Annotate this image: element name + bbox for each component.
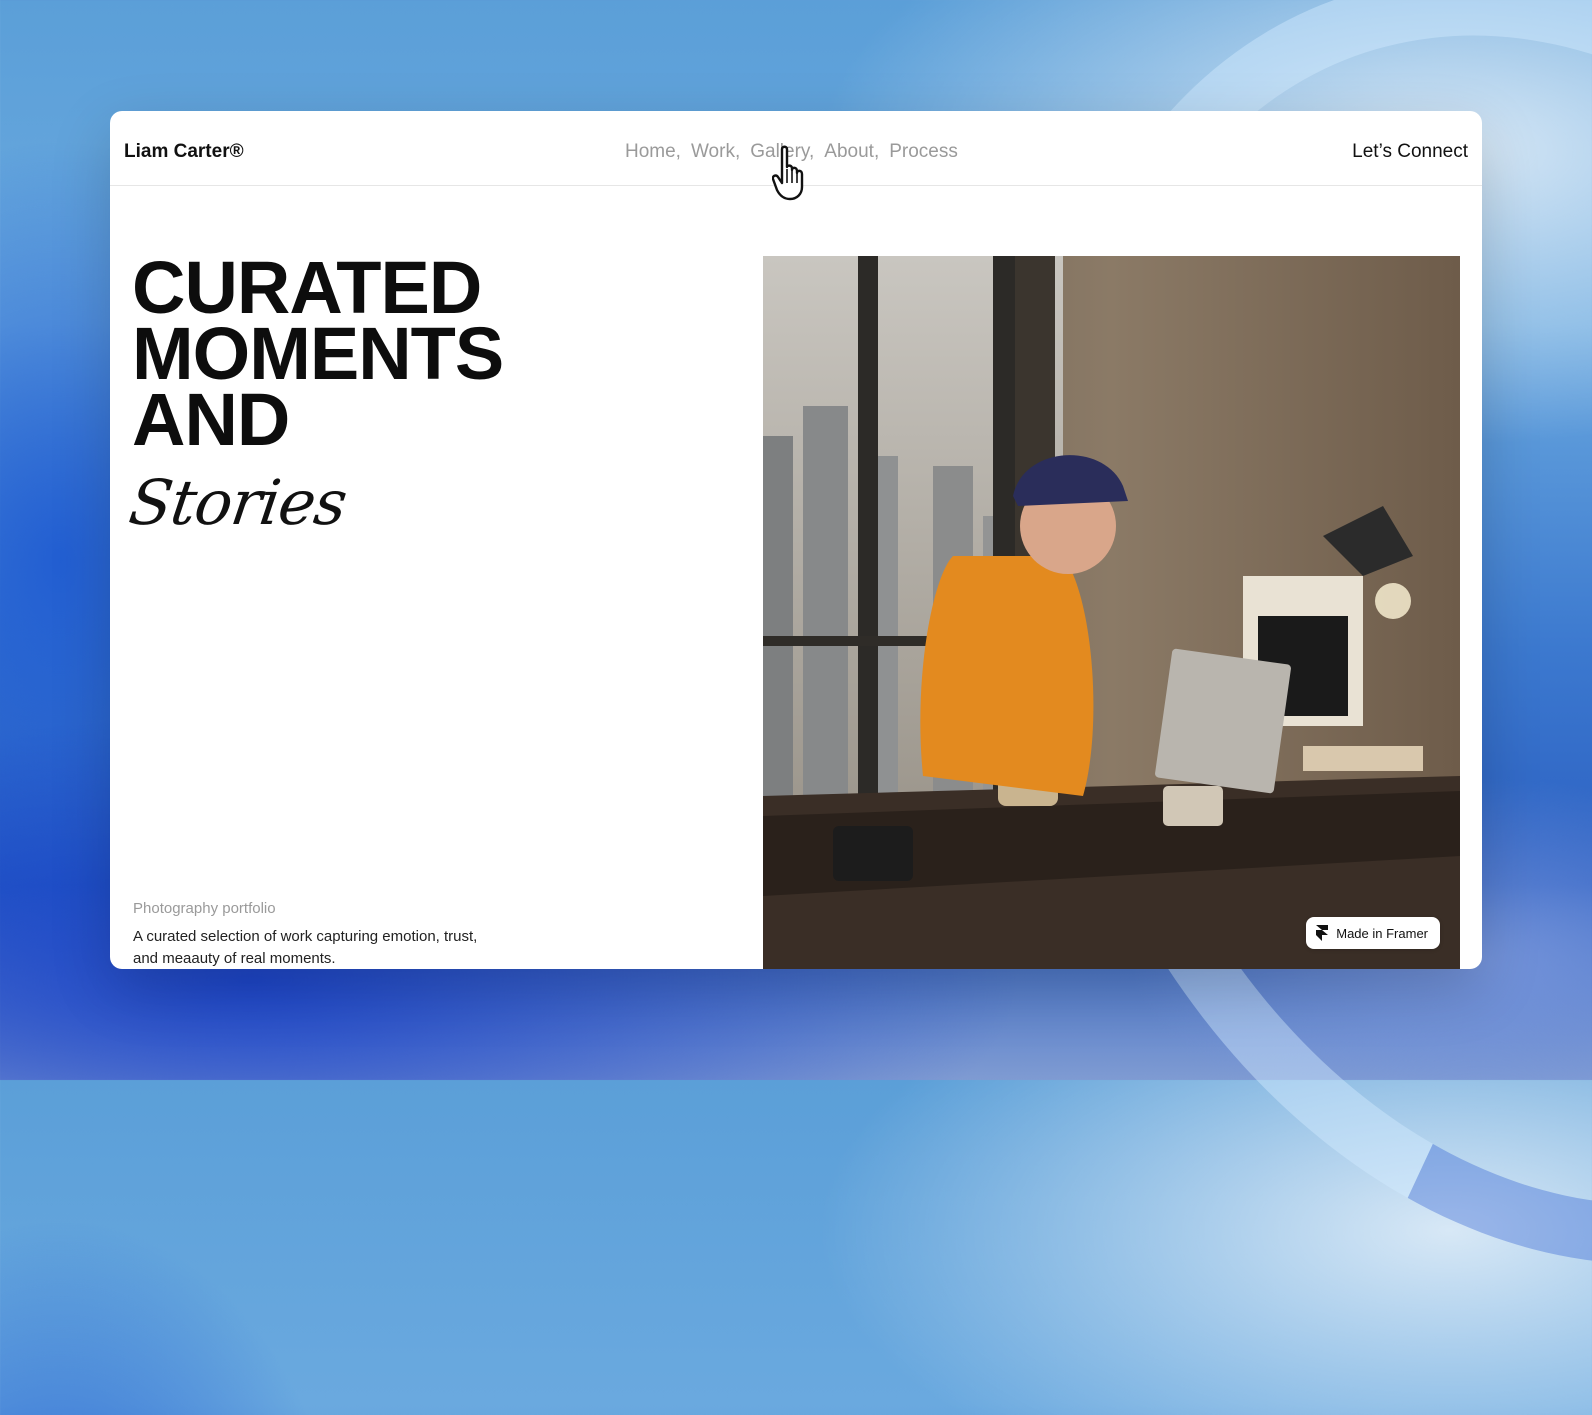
hero-script-word: Stories xyxy=(124,466,351,539)
made-in-framer-badge[interactable]: Made in Framer xyxy=(1306,917,1440,949)
portfolio-eyebrow: Photography portfolio xyxy=(133,900,276,917)
lets-connect-link[interactable]: Let’s Connect xyxy=(1352,141,1468,163)
hero-photo: Made in Framer xyxy=(763,256,1460,969)
nav-item-home[interactable]: Home, xyxy=(625,141,681,163)
framer-icon xyxy=(1316,925,1329,941)
nav-item-work[interactable]: Work, xyxy=(691,141,740,163)
nav-item-about[interactable]: About, xyxy=(824,141,879,163)
brand-logo[interactable]: Liam Carter® xyxy=(124,141,244,163)
hand-pointer-icon xyxy=(771,145,808,206)
hero-photo-illustration xyxy=(763,256,1460,969)
hero-title: CURATED MOMENTS AND xyxy=(132,251,504,461)
portfolio-description: A curated selection of work capturing em… xyxy=(133,928,478,967)
nav-item-process[interactable]: Process xyxy=(889,141,958,163)
browser-window: Liam Carter® Home, Work, Gallery, About,… xyxy=(110,111,1482,969)
hero-title-line-3: AND xyxy=(132,378,290,461)
made-in-framer-label: Made in Framer xyxy=(1336,925,1428,941)
